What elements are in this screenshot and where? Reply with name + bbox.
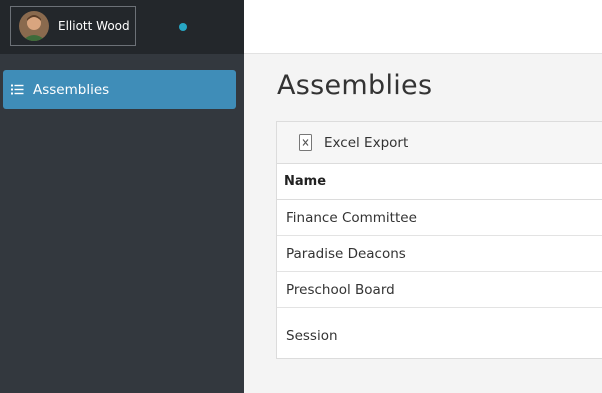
sidebar: Elliott Wood Assemblies [0,0,244,393]
table-cell-name: Preschool Board [286,281,395,298]
app: Elliott Wood Assemblies Assemblies Excel… [0,0,602,393]
sidebar-header: Elliott Wood [0,0,244,54]
list-icon [11,83,25,97]
table-cell-name: Finance Committee [286,209,417,226]
user-menu[interactable]: Elliott Wood [10,6,136,46]
grid-header: Name [277,164,602,200]
assemblies-grid: Excel Export Name Finance Committee Para… [276,121,602,359]
grid-toolbar: Excel Export [277,122,602,164]
table-row[interactable]: Finance Committee [277,200,602,236]
table-cell-name: Session [286,328,338,344]
table-row[interactable]: Paradise Deacons [277,236,602,272]
excel-file-icon [299,134,313,151]
excel-export-label: Excel Export [324,134,409,151]
sidebar-item-assemblies[interactable]: Assemblies [3,70,236,109]
avatar [19,11,49,41]
page-title: Assemblies [277,70,433,101]
column-header-name[interactable]: Name [284,174,326,189]
user-name: Elliott Wood [58,19,130,33]
status-indicator [179,23,187,31]
table-row[interactable]: Session [277,308,602,364]
top-bar [244,0,602,54]
sidebar-item-label: Assemblies [33,81,110,98]
table-cell-name: Paradise Deacons [286,245,406,262]
excel-export-button[interactable]: Excel Export [299,134,408,151]
table-row[interactable]: Preschool Board [277,272,602,308]
